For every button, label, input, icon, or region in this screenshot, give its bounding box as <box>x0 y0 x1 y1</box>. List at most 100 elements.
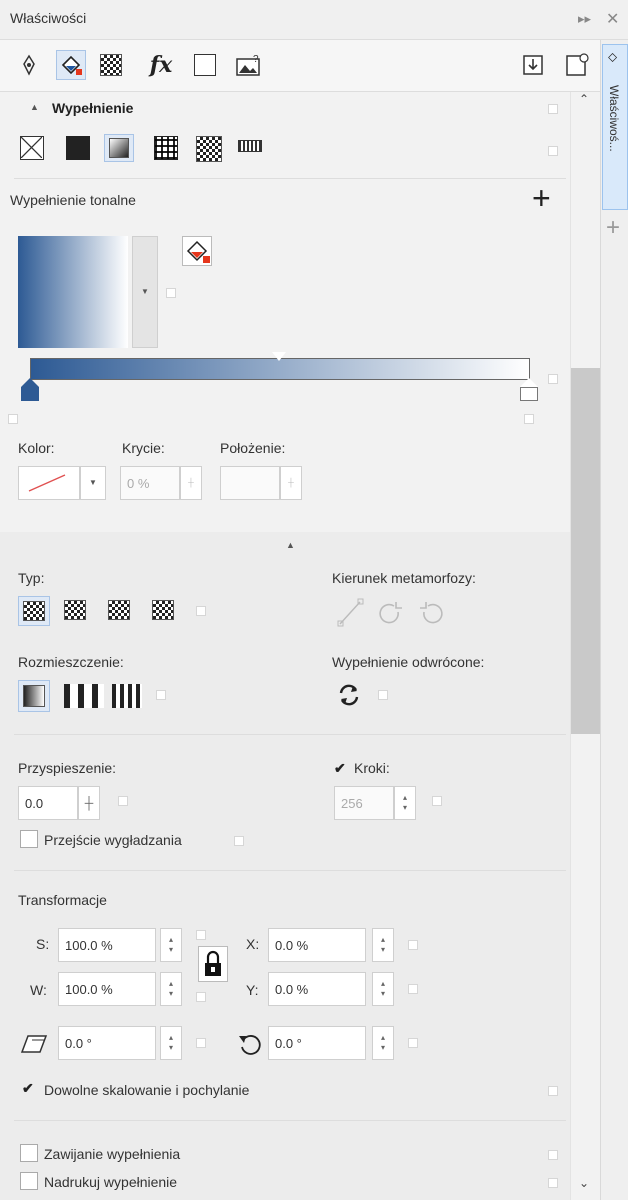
y-spinner[interactable]: ▴ ▾ <box>372 972 394 1006</box>
option-square[interactable] <box>432 796 442 806</box>
x-label: X: <box>246 936 260 952</box>
image-icon[interactable]: ? <box>234 50 264 80</box>
distribution-label: Rozmieszczenie: <box>18 654 124 670</box>
acceleration-input[interactable]: 0.0 <box>18 786 78 820</box>
blend-direction-icons[interactable] <box>336 596 446 628</box>
option-square[interactable] <box>548 1086 558 1096</box>
lock-ratio-button[interactable] <box>198 946 228 982</box>
end-node[interactable] <box>520 378 538 402</box>
color-swatch[interactable] <box>18 466 80 500</box>
divider <box>14 870 566 871</box>
acceleration-slider[interactable]: ┼ <box>78 786 100 820</box>
fountain-fill-tool[interactable] <box>104 134 134 162</box>
gradient-bar[interactable] <box>30 358 530 380</box>
rectangular-type-button[interactable] <box>152 600 174 620</box>
width-input[interactable]: 100.0 % <box>58 928 156 962</box>
collapse-advanced-icon[interactable]: ▲ <box>286 540 295 550</box>
option-square[interactable] <box>548 1178 558 1188</box>
add-docker-icon[interactable]: + <box>606 214 620 242</box>
option-square[interactable] <box>166 288 176 298</box>
property-toolbar: fx ? <box>0 40 600 92</box>
divider <box>14 1120 566 1121</box>
option-square[interactable] <box>408 984 418 994</box>
option-square[interactable] <box>196 606 206 616</box>
linear-type-button[interactable] <box>18 596 50 626</box>
steps-input[interactable]: 256 <box>334 786 394 820</box>
start-node[interactable] <box>21 378 39 402</box>
distribution-smooth-button[interactable] <box>18 680 50 712</box>
position-spinner[interactable]: ┼ <box>280 466 302 500</box>
skew-spinner[interactable]: ▴ ▾ <box>160 1026 182 1060</box>
opacity-spinner[interactable]: ┼ <box>180 466 202 500</box>
option-square[interactable] <box>524 414 534 424</box>
midpoint-slider[interactable] <box>272 352 286 361</box>
collapse-icon[interactable]: ▲ <box>30 102 39 112</box>
y-input[interactable]: 0.0 % <box>268 972 366 1006</box>
rotate-input[interactable]: 0.0 ° <box>268 1026 366 1060</box>
bitmap-pattern-icon[interactable] <box>196 136 222 162</box>
option-square[interactable] <box>196 930 206 940</box>
frame-icon[interactable] <box>190 50 220 80</box>
properties-dock-tab[interactable]: ⬦ Właściwoś... <box>602 44 628 210</box>
distribution-steps-button[interactable] <box>112 684 142 708</box>
two-color-pattern-icon[interactable] <box>238 140 270 160</box>
add-preset-icon[interactable]: + <box>532 180 551 217</box>
wrap-fill-checkbox[interactable] <box>20 1144 38 1162</box>
no-fill-icon[interactable] <box>20 136 44 160</box>
option-square[interactable] <box>8 414 18 424</box>
vector-pattern-icon[interactable] <box>154 136 178 160</box>
option-square[interactable] <box>548 146 558 156</box>
option-square[interactable] <box>548 374 558 384</box>
title-bar: Właściwości ▸▸ ✕ <box>0 0 628 40</box>
preset-dropdown[interactable]: ▼ <box>132 236 158 348</box>
fx-icon[interactable]: fx <box>146 50 176 80</box>
option-square[interactable] <box>408 1038 418 1048</box>
reverse-fill-icon[interactable] <box>336 682 362 708</box>
option-square[interactable] <box>118 796 128 806</box>
scroll-down-icon[interactable]: ⌄ <box>579 1176 589 1190</box>
acceleration-label: Przyspieszenie: <box>18 760 117 776</box>
overprint-checkbox[interactable] <box>20 1172 38 1190</box>
free-scale-checkbox[interactable]: ✔ <box>22 1080 34 1097</box>
option-square[interactable] <box>378 690 388 700</box>
steps-checkbox[interactable]: ✔ <box>334 760 346 777</box>
fill-type-label: Wypełnienie tonalne <box>10 192 136 208</box>
option-square[interactable] <box>408 940 418 950</box>
import-icon[interactable] <box>518 50 548 80</box>
option-square[interactable] <box>196 992 206 1002</box>
width-spinner[interactable]: ▴ ▾ <box>160 928 182 962</box>
steps-spinner[interactable]: ▴ ▾ <box>394 786 416 820</box>
x-spinner[interactable]: ▴ ▾ <box>372 928 394 962</box>
panel-options-icon[interactable] <box>562 50 592 80</box>
color-dropdown[interactable]: ▼ <box>80 466 106 500</box>
fill-bucket-icon[interactable] <box>56 50 86 80</box>
opacity-input[interactable]: 0 % <box>120 466 180 500</box>
elliptical-type-button[interactable] <box>64 600 86 620</box>
option-square[interactable] <box>234 836 244 846</box>
fill-section-header[interactable]: ▲ Wypełnienie <box>0 92 570 128</box>
option-square[interactable] <box>548 1150 558 1160</box>
distribution-bands-button[interactable] <box>64 684 104 708</box>
scrollbar-thumb[interactable] <box>571 368 600 734</box>
pen-icon[interactable] <box>14 50 44 80</box>
x-input[interactable]: 0.0 % <box>268 928 366 962</box>
skew-input[interactable]: 0.0 ° <box>58 1026 156 1060</box>
section-title: Wypełnienie <box>52 100 134 116</box>
option-square[interactable] <box>156 690 166 700</box>
expand-icon[interactable]: ▸▸ <box>578 11 591 27</box>
option-square[interactable] <box>196 1038 206 1048</box>
smooth-transition-checkbox[interactable] <box>20 830 38 848</box>
height-input[interactable]: 100.0 % <box>58 972 156 1006</box>
rotate-spinner[interactable]: ▴ ▾ <box>372 1026 394 1060</box>
uniform-fill-icon[interactable] <box>66 136 90 160</box>
option-square[interactable] <box>548 104 558 114</box>
position-input[interactable] <box>220 466 280 500</box>
transparency-icon[interactable] <box>96 50 126 80</box>
fill-picker-button[interactable] <box>182 236 212 266</box>
window-title: Właściwości <box>10 10 87 26</box>
conical-type-button[interactable] <box>108 600 130 620</box>
close-icon[interactable]: ✕ <box>606 9 619 29</box>
skew-icon <box>20 1032 50 1059</box>
scroll-up-icon[interactable]: ⌃ <box>579 92 589 106</box>
height-spinner[interactable]: ▴ ▾ <box>160 972 182 1006</box>
